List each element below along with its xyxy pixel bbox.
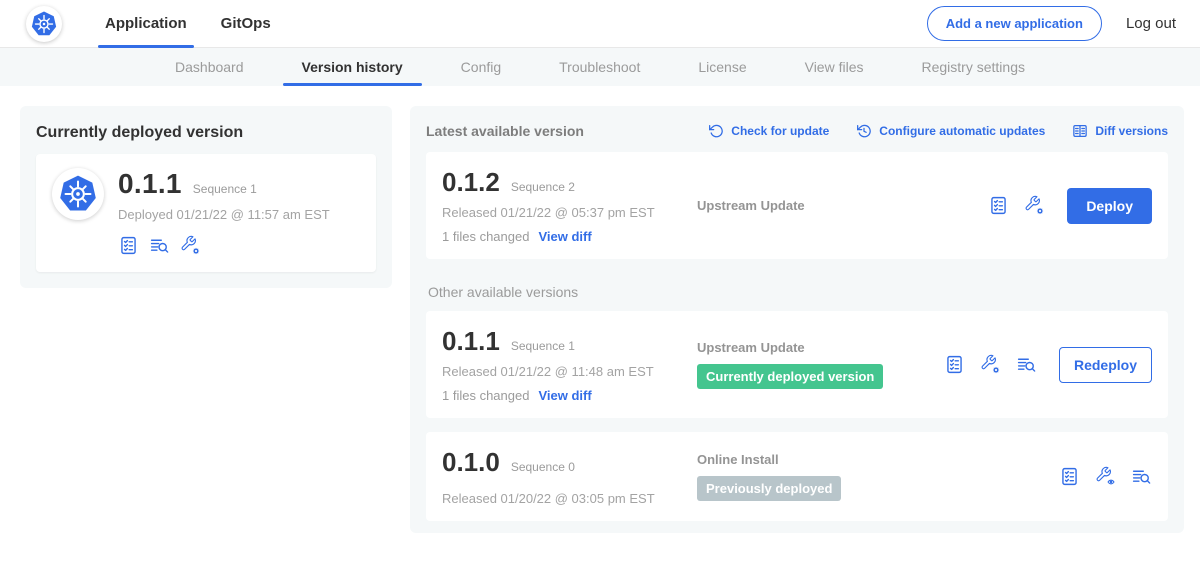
subnav-tab-license[interactable]: License	[669, 48, 775, 86]
previously-deployed-badge: Previously deployed	[697, 476, 841, 501]
refresh-icon	[708, 123, 724, 139]
view-logs-icon[interactable]	[1131, 466, 1152, 487]
diff-versions-label: Diff versions	[1095, 124, 1168, 138]
deployed-timestamp: Deployed 01/21/22 @ 11:57 am EST	[118, 207, 330, 222]
released-timestamp: Released 01/21/22 @ 11:48 am EST	[442, 364, 697, 379]
configure-automatic-updates-link[interactable]: Configure automatic updates	[856, 123, 1045, 139]
add-application-button[interactable]: Add a new application	[927, 6, 1102, 41]
logout-link[interactable]: Log out	[1126, 15, 1176, 32]
version-row-0-1-2: 0.1.2 Sequence 2 Released 01/21/22 @ 05:…	[426, 152, 1168, 259]
version-row-status: Upstream Update Currently deployed versi…	[697, 326, 932, 403]
deploy-button[interactable]: Deploy	[1067, 188, 1152, 224]
version-number: 0.1.1	[442, 326, 500, 357]
subnav-tab-dashboard[interactable]: Dashboard	[146, 48, 273, 86]
subnav-tab-version-history[interactable]: Version history	[273, 48, 432, 86]
main-content: Currently deployed version 0.1.1 Sequenc…	[0, 86, 1200, 533]
top-bar: Application GitOps Add a new application…	[0, 0, 1200, 48]
view-logs-icon[interactable]	[1016, 354, 1037, 375]
edit-config-icon[interactable]	[980, 354, 1001, 375]
version-source-label: Upstream Update	[697, 340, 805, 355]
deployed-version-number: 0.1.1	[118, 168, 182, 200]
sequence-label: Sequence 0	[511, 460, 575, 474]
version-row-status: Online Install Previously deployed	[697, 447, 1047, 506]
tab-application[interactable]: Application	[88, 0, 204, 48]
version-source-label: Upstream Update	[697, 198, 805, 213]
currently-deployed-badge: Currently deployed version	[697, 364, 883, 389]
kubernetes-logo-icon	[26, 6, 62, 42]
files-changed-label: 1 files changed	[442, 388, 529, 403]
version-row-status: Upstream Update	[697, 167, 976, 244]
sequence-label: Sequence 1	[511, 339, 575, 353]
subnav-tab-config[interactable]: Config	[432, 48, 530, 86]
files-changed-label: 1 files changed	[442, 229, 529, 244]
view-config-icon[interactable]	[1095, 466, 1116, 487]
app-subnav: Dashboard Version history Config Trouble…	[0, 48, 1200, 86]
version-row-actions	[1059, 447, 1152, 506]
tab-gitops[interactable]: GitOps	[204, 0, 288, 48]
edit-config-icon[interactable]	[180, 235, 201, 256]
deployed-sequence-label: Sequence 1	[193, 182, 257, 196]
version-number: 0.1.0	[442, 447, 500, 478]
version-row-actions: Redeploy	[944, 326, 1152, 403]
preflight-checks-icon[interactable]	[118, 235, 139, 256]
version-row-actions: Deploy	[988, 167, 1152, 244]
edit-config-icon[interactable]	[1024, 195, 1045, 216]
currently-deployed-title: Currently deployed version	[36, 124, 376, 142]
released-timestamp: Released 01/20/22 @ 03:05 pm EST	[442, 491, 697, 506]
version-row-info: 0.1.1 Sequence 1 Released 01/21/22 @ 11:…	[442, 326, 697, 403]
version-number: 0.1.2	[442, 167, 500, 198]
subnav-tab-view-files[interactable]: View files	[776, 48, 893, 86]
released-timestamp: Released 01/21/22 @ 05:37 pm EST	[442, 205, 697, 220]
top-bar-right: Add a new application Log out	[927, 6, 1176, 41]
view-diff-link[interactable]: View diff	[538, 388, 591, 403]
configure-automatic-updates-label: Configure automatic updates	[879, 124, 1045, 138]
version-history-panel: Latest available version Check for updat…	[410, 106, 1184, 533]
view-diff-link[interactable]: View diff	[538, 229, 591, 244]
version-source-label: Online Install	[697, 452, 779, 467]
schedule-update-icon	[856, 123, 872, 139]
check-for-update-label: Check for update	[731, 124, 829, 138]
version-row-0-1-1: 0.1.1 Sequence 1 Released 01/21/22 @ 11:…	[426, 311, 1168, 418]
diff-icon	[1072, 123, 1088, 139]
view-logs-icon[interactable]	[149, 235, 170, 256]
sequence-label: Sequence 2	[511, 180, 575, 194]
currently-deployed-card: Currently deployed version 0.1.1 Sequenc…	[20, 106, 392, 288]
deployed-version-card: 0.1.1 Sequence 1 Deployed 01/21/22 @ 11:…	[36, 154, 376, 272]
preflight-checks-icon[interactable]	[1059, 466, 1080, 487]
latest-version-header: Latest available version	[426, 123, 584, 139]
subnav-tab-registry-settings[interactable]: Registry settings	[893, 48, 1054, 86]
app-kubernetes-logo-icon	[52, 168, 104, 220]
panel-actions: Check for update Configure automatic upd…	[708, 123, 1168, 139]
preflight-checks-icon[interactable]	[944, 354, 965, 375]
version-row-0-1-0: 0.1.0 Sequence 0 Released 01/20/22 @ 03:…	[426, 432, 1168, 521]
redeploy-button[interactable]: Redeploy	[1059, 347, 1152, 383]
version-row-info: 0.1.0 Sequence 0 Released 01/20/22 @ 03:…	[442, 447, 697, 506]
other-versions-header: Other available versions	[428, 284, 1166, 300]
subnav-tab-troubleshoot[interactable]: Troubleshoot	[530, 48, 669, 86]
check-for-update-link[interactable]: Check for update	[708, 123, 829, 139]
deployed-version-info: 0.1.1 Sequence 1 Deployed 01/21/22 @ 11:…	[118, 168, 330, 256]
preflight-checks-icon[interactable]	[988, 195, 1009, 216]
version-row-info: 0.1.2 Sequence 2 Released 01/21/22 @ 05:…	[442, 167, 697, 244]
diff-versions-link[interactable]: Diff versions	[1072, 123, 1168, 139]
